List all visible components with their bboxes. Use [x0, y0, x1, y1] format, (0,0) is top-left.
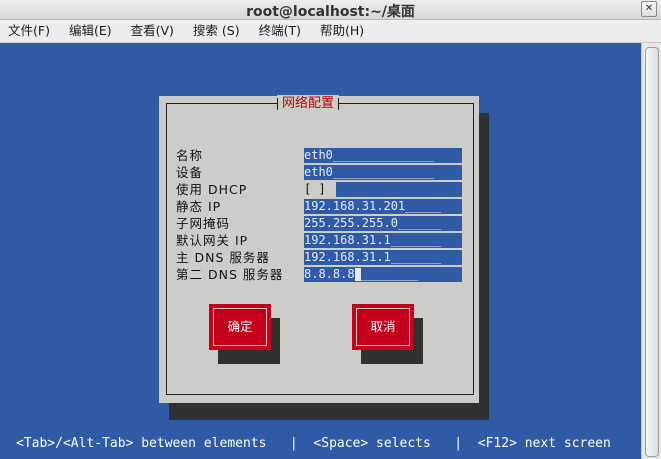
label-netmask: 子网掩码: [166, 215, 230, 232]
menu-terminal[interactable]: 终端(T): [251, 20, 309, 42]
netmask-field[interactable]: 255.255.255.0______: [304, 216, 462, 231]
menu-file[interactable]: 文件(F): [0, 20, 58, 42]
label-gateway: 默认网关 IP: [166, 232, 248, 249]
window-titlebar[interactable]: root@localhost:~/桌面 ✕: [0, 0, 661, 20]
secondary-dns-field[interactable]: 8.8.8.8 ________: [304, 267, 462, 282]
label-use-dhcp: 使用 DHCP: [166, 181, 247, 198]
ok-button[interactable]: 确定: [209, 304, 271, 350]
dialog-title: 网络配置: [277, 95, 340, 112]
menubar: 文件(F) 编辑(E) 查看(V) 搜索 (S) 终端(T) 帮助(H): [0, 20, 661, 43]
ok-button-label: 确定: [227, 319, 253, 334]
primary-dns-field[interactable]: 192.168.31.1_______: [304, 250, 462, 265]
cancel-button[interactable]: 取消: [352, 304, 414, 350]
secondary-dns-value: 8.8.8.8: [304, 267, 355, 281]
label-name: 名称: [166, 147, 203, 164]
menu-edit[interactable]: 编辑(E): [61, 20, 120, 42]
menu-help[interactable]: 帮助(H): [312, 20, 372, 42]
label-secondary-dns: 第二 DNS 服务器: [166, 266, 283, 283]
terminal-scrollbar[interactable]: [641, 43, 661, 459]
device-field[interactable]: eth0______________: [304, 165, 462, 180]
label-device: 设备: [166, 164, 203, 181]
static-ip-field[interactable]: 192.168.31.201_____: [304, 199, 462, 214]
window-title: root@localhost:~/桌面: [246, 4, 415, 20]
menu-view[interactable]: 查看(V): [123, 20, 182, 42]
menu-search[interactable]: 搜索 (S): [185, 20, 248, 42]
scrollbar-thumb[interactable]: [645, 47, 659, 457]
help-status-line: <Tab>/<Alt-Tab> between elements | <Spac…: [16, 436, 611, 451]
cancel-button-label: 取消: [370, 319, 396, 334]
dhcp-checkbox-highlight: [336, 182, 462, 197]
name-field[interactable]: eth0______________: [304, 148, 462, 163]
dhcp-checkbox[interactable]: [ ]: [304, 182, 334, 197]
close-icon[interactable]: ✕: [641, 1, 657, 17]
gateway-field[interactable]: 192.168.31.1_______: [304, 233, 462, 248]
secondary-dns-trail: ________: [360, 267, 419, 281]
label-static-ip: 静态 IP: [166, 198, 221, 215]
label-primary-dns: 主 DNS 服务器: [166, 249, 270, 266]
